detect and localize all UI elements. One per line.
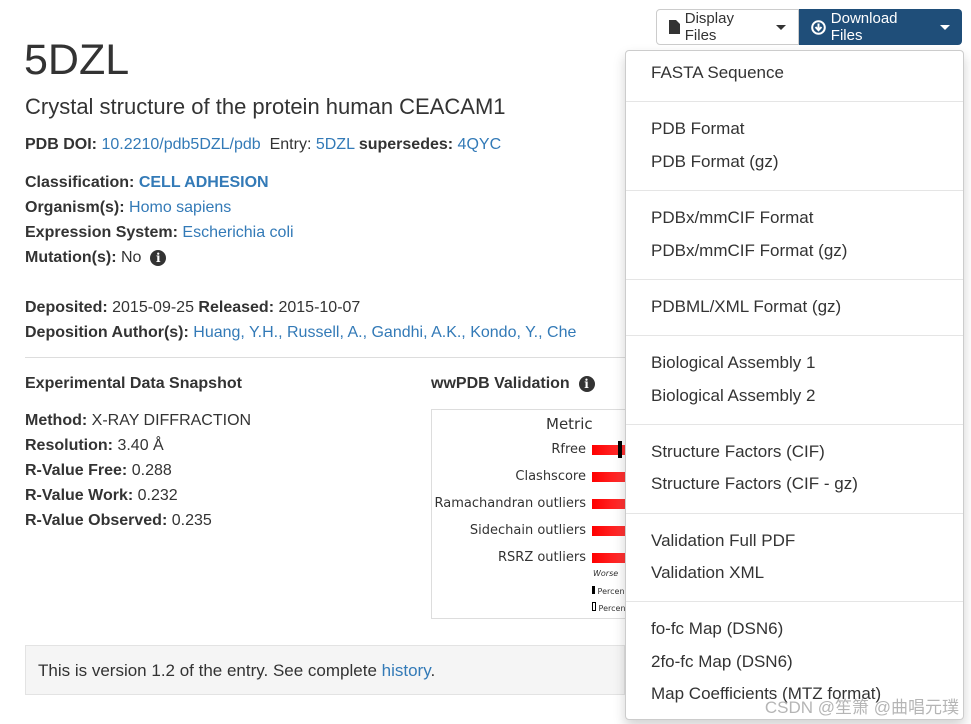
metric-label: Sidechain outliers [469, 523, 586, 538]
menu-item-validation-xml[interactable]: Validation XML [651, 563, 764, 583]
metric-label: Ramachandran outliers [434, 496, 587, 511]
resolution-label: Resolution: [25, 437, 113, 454]
author-link[interactable]: Kondo, Y., [470, 324, 542, 341]
validation-title: wwPDB Validation [431, 375, 570, 392]
menu-item-pdb[interactable]: PDB Format [651, 119, 745, 139]
file-icon [669, 20, 680, 34]
page-title: 5DZL [24, 36, 130, 84]
legend-item: Percen [592, 586, 625, 596]
menu-item-sf-cif-gz[interactable]: Structure Factors (CIF - gz) [651, 474, 858, 494]
percentile-marker [618, 441, 622, 458]
worse-label: Worse [593, 569, 619, 578]
download-files-button[interactable]: Download Files [799, 9, 962, 45]
author-link[interactable]: Russell, A., [287, 324, 367, 341]
authors-label: Deposition Author(s): [25, 324, 189, 341]
snapshot-title: Experimental Data Snapshot [25, 375, 242, 392]
menu-item-fofc-map[interactable]: fo-fc Map (DSN6) [651, 619, 783, 639]
doi-label: PDB DOI: [25, 136, 97, 153]
mutation-value: No [120, 249, 142, 266]
released-label: Released: [198, 299, 275, 316]
metric-label: Rfree [551, 442, 586, 457]
mutation-label: Mutation(s): [25, 249, 117, 266]
method-label: Method: [25, 412, 88, 429]
classification-label: Classification: [25, 174, 135, 191]
supersedes-link[interactable]: 4QYC [458, 136, 502, 153]
author-link[interactable]: Che [547, 324, 576, 341]
version-notice: This is version 1.2 of the entry. See co… [25, 645, 625, 695]
caret-down-icon [940, 24, 950, 30]
menu-item-validation-pdf[interactable]: Validation Full PDF [651, 531, 795, 551]
organism-label: Organism(s): [25, 199, 125, 216]
info-icon[interactable]: i [578, 376, 595, 392]
legend-item: Percen [592, 602, 626, 613]
menu-item-assembly-1[interactable]: Biological Assembly 1 [651, 353, 815, 373]
doi-link[interactable]: 10.2210/pdb5DZL/pdb [101, 136, 260, 153]
doi-line: PDB DOI: 10.2210/pdb5DZL/pdb Entry: 5DZL… [25, 136, 501, 154]
rwork-value: 0.232 [137, 487, 178, 504]
rwork-label: R-Value Work: [25, 487, 134, 504]
expression-link[interactable]: Escherichia coli [182, 224, 293, 241]
author-link[interactable]: Huang, Y.H., [193, 324, 282, 341]
released-value: 2015-10-07 [278, 299, 361, 316]
menu-item-sf-cif[interactable]: Structure Factors (CIF) [651, 442, 825, 462]
resolution-value: 3.40 Å [117, 437, 164, 454]
robs-label: R-Value Observed: [25, 512, 168, 529]
info-icon[interactable]: i [150, 250, 167, 266]
metric-label: Clashscore [515, 469, 586, 484]
menu-item-fasta[interactable]: FASTA Sequence [651, 63, 784, 83]
robs-value: 0.235 [171, 512, 212, 529]
display-files-button[interactable]: Display Files [656, 9, 799, 45]
download-circle-icon [811, 19, 826, 35]
author-link[interactable]: Gandhi, A.K., [371, 324, 465, 341]
entry-link[interactable]: 5DZL [316, 136, 355, 153]
rfree-value: 0.288 [131, 462, 172, 479]
menu-item-mmcif[interactable]: PDBx/mmCIF Format [651, 208, 813, 228]
entry-label: Entry: [269, 136, 312, 153]
menu-item-assembly-2[interactable]: Biological Assembly 2 [651, 386, 815, 406]
menu-item-pdb-gz[interactable]: PDB Format (gz) [651, 152, 779, 172]
metric-label: RSRZ outliers [498, 550, 586, 565]
divider [25, 357, 625, 358]
classification-link[interactable]: CELL ADHESION [139, 174, 269, 191]
deposited-label: Deposited: [25, 299, 108, 316]
expression-label: Expression System: [25, 224, 178, 241]
menu-item-mmcif-gz[interactable]: PDBx/mmCIF Format (gz) [651, 241, 847, 261]
validation-slider-image[interactable]: Metric Rfree Clashscore Ramachandran out… [431, 409, 631, 619]
method-value: X-RAY DIFFRACTION [91, 412, 252, 429]
organism-link[interactable]: Homo sapiens [129, 199, 231, 216]
page-subtitle: Crystal structure of the protein human C… [25, 94, 506, 119]
menu-item-pdbml[interactable]: PDBML/XML Format (gz) [651, 297, 841, 317]
metric-header: Metric [546, 415, 593, 433]
watermark: CSDN @笙箫 @曲唱元璞 [764, 698, 959, 717]
history-link[interactable]: history [382, 661, 431, 680]
deposited-value: 2015-09-25 [112, 299, 194, 316]
supersedes-label: supersedes: [358, 136, 454, 153]
download-files-menu: FASTA Sequence PDB Format PDB Format (gz… [625, 50, 964, 720]
caret-down-icon [776, 24, 786, 30]
menu-item-2fofc-map[interactable]: 2fo-fc Map (DSN6) [651, 652, 793, 672]
rfree-label: R-Value Free: [25, 462, 128, 479]
